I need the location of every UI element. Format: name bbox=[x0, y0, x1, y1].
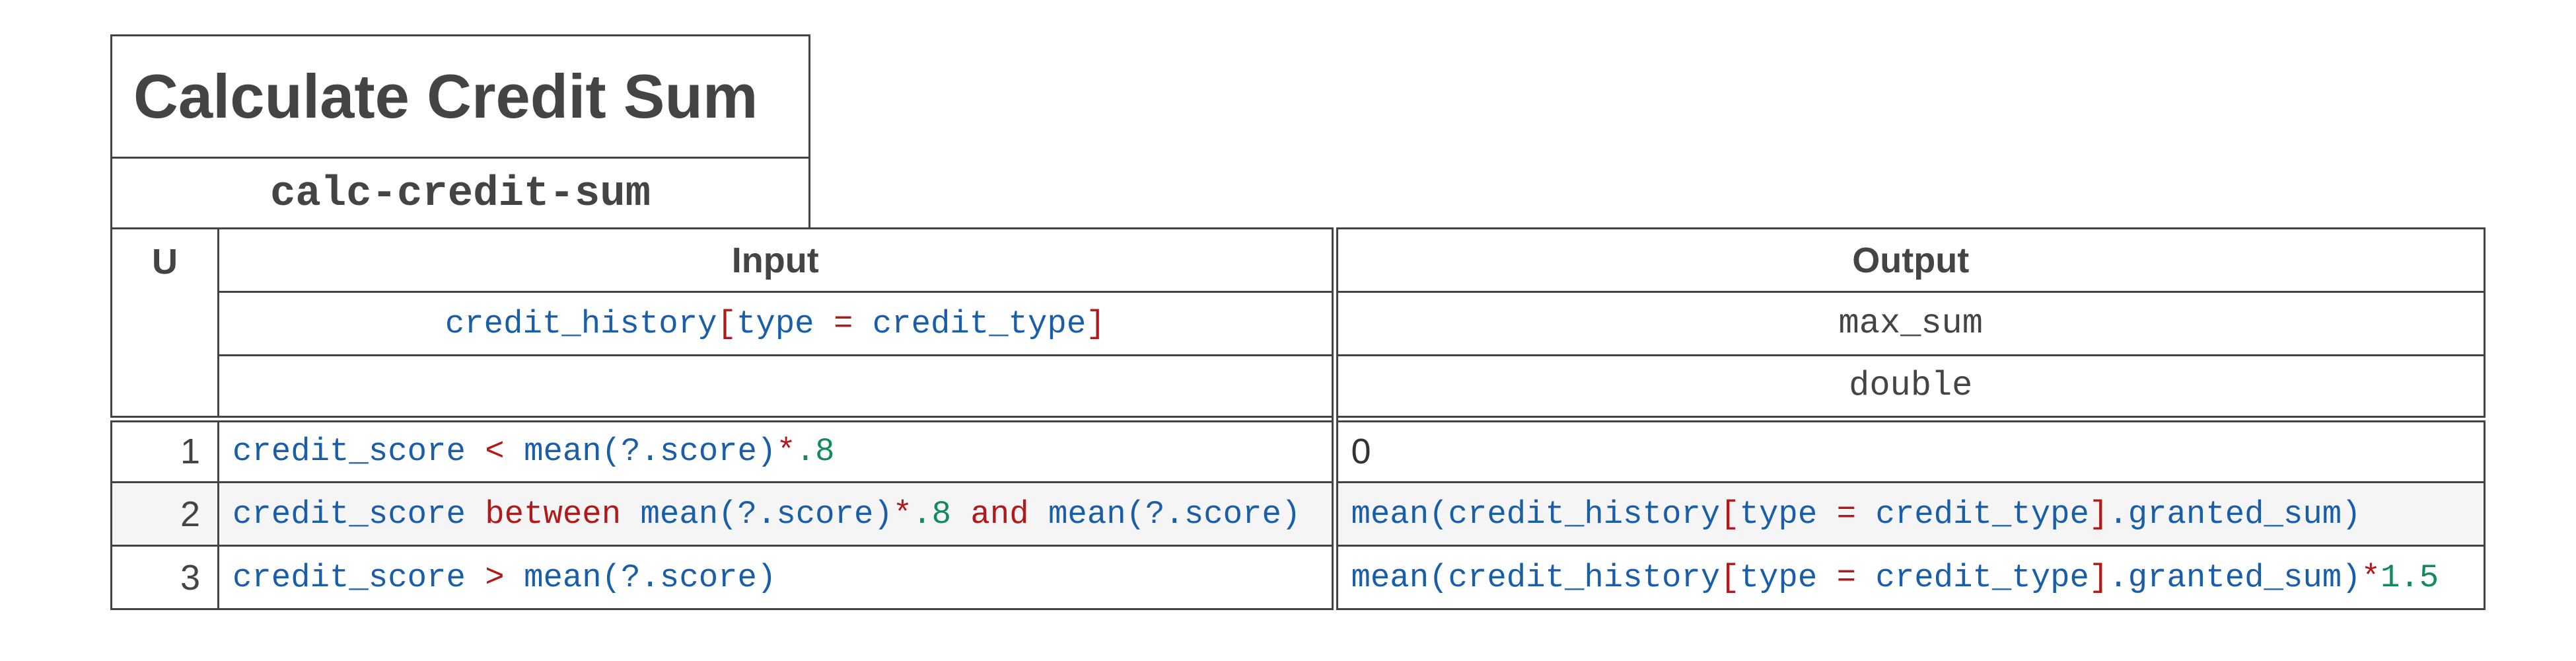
rule-input[interactable]: credit_score < mean(?.score)*.8 bbox=[217, 415, 1336, 483]
output-type[interactable]: double bbox=[1331, 354, 2486, 420]
rule-output-operator: = bbox=[1836, 495, 1857, 533]
header-row: U Input Output bbox=[110, 227, 2486, 420]
output-name[interactable]: max_sum bbox=[1331, 291, 2486, 356]
rule-output-operator: = bbox=[1836, 559, 1857, 596]
rule-output[interactable]: mean(credit_history[type = credit_type].… bbox=[1331, 481, 2486, 547]
expression-row: credit_history[type = credit_type] max_s… bbox=[112, 291, 2486, 356]
rule-output-part: credit_type bbox=[1875, 495, 2089, 533]
rule-output-operator: [ bbox=[1720, 495, 1740, 533]
rule-input[interactable]: credit_score between mean(?.score)*.8 an… bbox=[217, 481, 1336, 547]
rule-input-part: mean(?.score) bbox=[524, 559, 777, 596]
rule-output-operator: [ bbox=[1720, 559, 1740, 596]
input-filter-right: credit_type bbox=[872, 305, 1087, 342]
input-header: Input bbox=[217, 227, 1336, 293]
rule-input[interactable]: credit_score > mean(?.score) bbox=[217, 545, 1336, 610]
rule-output-part: mean(credit_history bbox=[1351, 559, 1721, 596]
rule-output-part: credit_type bbox=[1875, 559, 2089, 596]
input-expression[interactable]: credit_history[type = credit_type] bbox=[217, 291, 1336, 356]
hit-policy[interactable]: U bbox=[110, 227, 219, 420]
rule-number: 3 bbox=[110, 545, 219, 610]
rule-number: 2 bbox=[110, 481, 219, 547]
rule-input-part: credit_score bbox=[233, 433, 466, 471]
rule-output-operator: ] bbox=[2089, 559, 2109, 596]
rule-row: 2 credit_score between mean(?.score)*.8 … bbox=[110, 481, 2486, 547]
input-close-bracket: ] bbox=[1086, 305, 1106, 342]
rule-output-part: .granted_sum) bbox=[2108, 559, 2361, 596]
rule-input-part: credit_score bbox=[233, 495, 466, 533]
input-filter-left: type bbox=[736, 305, 814, 342]
rule-output-part: .granted_sum) bbox=[2108, 495, 2361, 533]
rule-row: 3 credit_score > mean(?.score) mean(cred… bbox=[110, 545, 2486, 610]
rule-number: 1 bbox=[110, 415, 219, 483]
rule-input-operator: < bbox=[485, 433, 505, 471]
output-header: Output bbox=[1331, 227, 2486, 293]
rule-input-part: mean(?.score) bbox=[1048, 495, 1301, 533]
rule-output[interactable]: 0 bbox=[1331, 415, 2486, 483]
rule-input-part: credit_score bbox=[233, 559, 466, 596]
rule-output[interactable]: mean(credit_history[type = credit_type].… bbox=[1331, 545, 2486, 610]
rule-input-keyword: and bbox=[970, 495, 1029, 533]
rule-input-operator: * bbox=[776, 433, 796, 471]
input-type[interactable] bbox=[217, 354, 1336, 420]
rule-output-number: 1.5 bbox=[2380, 559, 2439, 596]
type-row: double bbox=[112, 354, 2486, 420]
rule-output-operator: * bbox=[2361, 559, 2380, 596]
decision-title: Calculate Credit Sum bbox=[112, 36, 808, 159]
rule-input-part: mean(?.score) bbox=[524, 433, 777, 471]
rule-output-part: type bbox=[1739, 495, 1818, 533]
decision-header: Calculate Credit Sum calc-credit-sum bbox=[110, 34, 810, 229]
rule-row: 1 credit_score < mean(?.score)*.8 0 bbox=[110, 415, 2486, 483]
rule-input-operator: > bbox=[485, 559, 505, 596]
rule-input-keyword: between bbox=[485, 495, 622, 533]
decision-id: calc-credit-sum bbox=[269, 170, 651, 218]
rule-input-number: .8 bbox=[795, 433, 835, 471]
decision-table: U Input Output credit_history[type = cre… bbox=[110, 227, 2486, 610]
rule-input-operator: * bbox=[892, 495, 913, 533]
rule-output-operator: ] bbox=[2089, 495, 2109, 533]
rule-input-number: .8 bbox=[912, 495, 951, 533]
rule-output-part: mean(credit_history bbox=[1351, 495, 1721, 533]
input-open-bracket: [ bbox=[717, 305, 736, 342]
rule-input-part: mean(?.score) bbox=[640, 495, 893, 533]
input-collection: credit_history bbox=[445, 305, 717, 342]
input-filter-op: = bbox=[833, 305, 853, 342]
rule-output-part: type bbox=[1739, 559, 1818, 596]
